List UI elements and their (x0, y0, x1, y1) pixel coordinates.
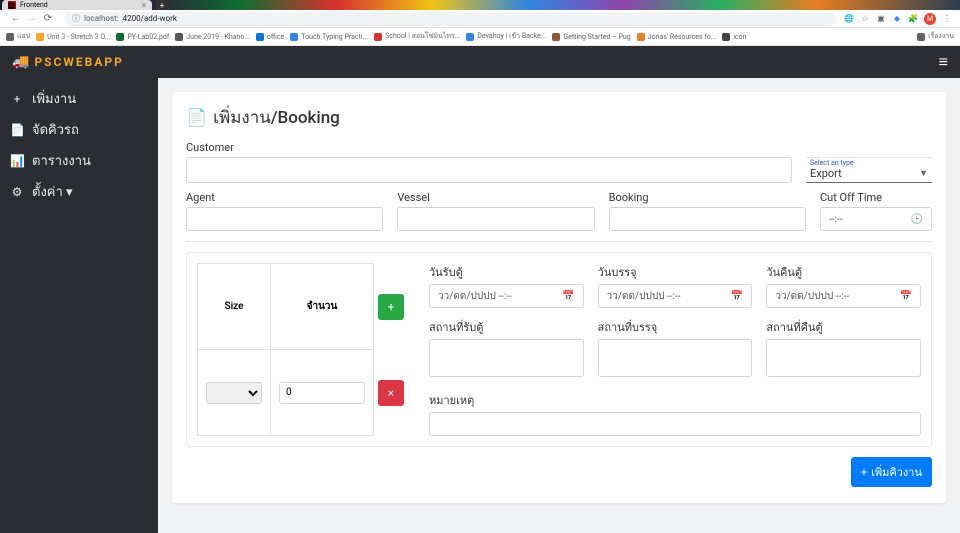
bookmark-item[interactable]: School | สอนโซ่มินไทร... (374, 31, 460, 42)
type-select-label: Select an type (810, 159, 928, 167)
sidebar-item-label: จัดคิวรถ (32, 119, 79, 140)
booking-label: Booking (609, 191, 806, 204)
calendar-icon: 📅 (731, 291, 743, 302)
add-queue-button[interactable]: + เพิ่มคิวงาน (851, 457, 932, 487)
type-select-value: Export (810, 167, 842, 180)
document-icon: 📄 (186, 108, 207, 128)
sidebar-item-label: เพิ่มงาน (32, 88, 76, 109)
qty-header: จำนวน (271, 264, 374, 350)
return-date-input[interactable]: วว/ดด/ปปปป --:--📅 (766, 284, 921, 308)
booking-input[interactable] (609, 207, 806, 231)
note-label: หมายเหตุ (429, 391, 921, 409)
menu-icon[interactable]: ⋮ (942, 14, 952, 24)
pack-place-input[interactable] (598, 339, 753, 377)
gear-icon: ⚙ (10, 185, 24, 199)
cutoff-time-input[interactable]: --:-- 🕒 (820, 207, 932, 231)
bookmark-item[interactable]: Getting Started – Pug (552, 33, 630, 41)
app-header: 🚚 PSCWEBAPP ≡ (0, 46, 960, 78)
extension-icon-2[interactable]: ◆ (892, 14, 902, 24)
plus-icon: + (861, 466, 867, 479)
bookmark-item[interactable]: Touch Typing Practi... (290, 33, 368, 41)
pickup-place-input[interactable] (429, 339, 584, 377)
info-icon: ⓘ (72, 13, 80, 24)
remove-row-button[interactable]: × (378, 380, 404, 406)
plus-icon: + (10, 92, 24, 106)
agent-input[interactable] (186, 207, 383, 231)
logo-text: PSCWEBAPP (34, 55, 123, 69)
bookmarks-bar: แอป Unit 3 - Stretch 3 O... PY-Lab02.pdf… (0, 28, 960, 46)
bookmark-item[interactable]: แอป (6, 31, 30, 42)
star-icon[interactable]: ☆ (860, 14, 870, 24)
back-button[interactable]: ← (8, 13, 24, 24)
bookmark-item[interactable]: Jonas' Resources fo... (637, 33, 717, 41)
sidebar: + เพิ่มงาน 📄 จัดคิวรถ 📊 ตารางงาน ⚙ ตั้งค… (0, 78, 158, 533)
angular-icon: 🅰 (8, 1, 16, 9)
calendar-icon: 📅 (900, 291, 912, 302)
reload-button[interactable]: ⟳ (40, 13, 56, 24)
bookmark-item[interactable]: Devahoy | เข้า Backe... (466, 31, 546, 42)
forward-button[interactable]: → (24, 13, 40, 24)
page-title: 📄 เพิ่มงาน/Booking (186, 104, 932, 131)
clock-icon: 🕒 (911, 214, 923, 225)
new-tab-button[interactable]: + (156, 0, 168, 10)
pickup-place-label: สถานที่รับตู้ (429, 318, 584, 336)
size-table: Size จำนวน + × (197, 263, 413, 436)
address-bar: ← → ⟳ ⓘ localhost:4200/add-work 🌐 ☆ ▣ ◆ … (0, 10, 960, 28)
url-input[interactable]: ⓘ localhost:4200/add-work (64, 12, 836, 26)
bookmark-item[interactable]: June 2019 - Khano... (175, 33, 250, 41)
type-select[interactable]: Select an type Export ▼ (806, 157, 932, 183)
browser-tab-bar: 🅰 Frontend × + (0, 0, 960, 10)
size-header: Size (198, 264, 271, 350)
cutoff-label: Cut Off Time (820, 191, 932, 204)
pickup-date-label: วันรับตู้ (429, 263, 584, 281)
pack-date-label: วันบรรจุ (598, 263, 753, 281)
close-icon[interactable]: × (142, 1, 146, 10)
note-input[interactable] (429, 412, 921, 436)
size-select[interactable] (206, 382, 262, 404)
sidebar-item-label: ตั้งค่า ▾ (32, 181, 73, 202)
tab-title: Frontend (20, 1, 48, 9)
profile-avatar[interactable]: M (924, 13, 936, 25)
table-icon: 📊 (10, 154, 24, 168)
sidebar-item-settings[interactable]: ⚙ ตั้งค่า ▾ (10, 179, 148, 204)
bookmark-item[interactable]: icon (722, 33, 746, 41)
sidebar-item-schedule[interactable]: 📊 ตารางงาน (10, 148, 148, 173)
return-date-label: วันคืนตู้ (766, 263, 921, 281)
bookmark-item[interactable]: Unit 3 - Stretch 3 O... (36, 33, 110, 41)
vessel-input[interactable] (397, 207, 594, 231)
pack-date-input[interactable]: วว/ดด/ปปปป --:--📅 (598, 284, 753, 308)
agent-label: Agent (186, 191, 383, 204)
truck-icon: 🚚 (12, 54, 29, 70)
logo[interactable]: 🚚 PSCWEBAPP (12, 54, 124, 70)
extension-icon-1[interactable]: ▣ (876, 14, 886, 24)
bookmark-item[interactable]: office (256, 33, 284, 41)
customer-label: Customer (186, 141, 792, 154)
vessel-label: Vessel (397, 191, 594, 204)
calendar-icon: 📅 (562, 291, 574, 302)
menu-toggle-button[interactable]: ≡ (939, 52, 948, 72)
browser-tab[interactable]: 🅰 Frontend × (2, 0, 152, 10)
sidebar-item-queue[interactable]: 📄 จัดคิวรถ (10, 117, 148, 142)
pack-place-label: สถานที่บรรจุ (598, 318, 753, 336)
sidebar-item-label: ตารางงาน (32, 150, 91, 171)
puzzle-icon[interactable]: 🧩 (908, 14, 918, 24)
chevron-down-icon: ▼ (919, 168, 928, 179)
return-place-label: สถานที่คืนตู้ (766, 318, 921, 336)
return-place-input[interactable] (766, 339, 921, 377)
bookmark-item[interactable]: PY-Lab02.pdf (116, 33, 169, 41)
customer-input[interactable] (186, 157, 792, 183)
file-icon: 📄 (10, 123, 24, 137)
translate-icon[interactable]: 🌐 (844, 14, 854, 24)
pickup-date-input[interactable]: วว/ดด/ปปปป --:--📅 (429, 284, 584, 308)
sidebar-item-add-work[interactable]: + เพิ่มงาน (10, 86, 148, 111)
bookmark-item[interactable]: เรื่องงาน (917, 31, 954, 42)
add-row-button[interactable]: + (378, 294, 404, 320)
qty-input[interactable] (279, 382, 365, 404)
